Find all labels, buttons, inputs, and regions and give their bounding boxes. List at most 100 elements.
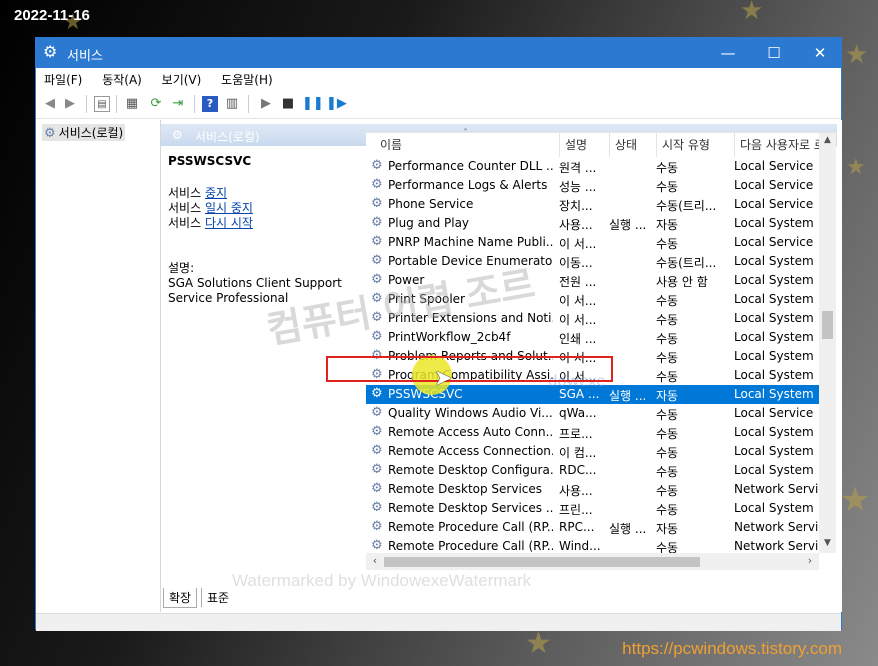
minimize-button[interactable]: —	[705, 38, 751, 68]
service-startup-cell: 자동	[656, 522, 679, 536]
service-logon-cell: Local Service	[734, 406, 814, 420]
stop-service-icon[interactable]: ■	[280, 96, 296, 112]
action-prefix: 서비스	[168, 216, 205, 230]
description-label: 설명:	[168, 261, 195, 275]
service-logon-cell: Local System	[734, 311, 814, 325]
service-logon-cell: Local System	[734, 501, 814, 515]
menu-view[interactable]: 보기(V)	[154, 68, 210, 88]
service-logon-cell: Local Service	[734, 235, 814, 249]
toolbar-separator	[116, 95, 117, 113]
toolbar-separator	[194, 95, 195, 113]
maximize-button[interactable]: ☐	[751, 38, 797, 68]
restart-service-link[interactable]: 다시 시작	[205, 216, 253, 230]
service-row[interactable]: ⚙ Remote Procedure Call (RP... RPC... 실행 ..…	[366, 518, 819, 537]
star-decoration: ★	[740, 0, 764, 26]
service-name-cell: Remote Desktop Services ...	[388, 501, 553, 515]
service-row[interactable]: ⚙ Performance Counter DLL ... 원격 ... 수동 Loca…	[366, 157, 819, 176]
service-startup-cell: 수동	[656, 370, 679, 384]
service-name-cell: Remote Access Connection...	[388, 444, 553, 458]
service-row[interactable]: ⚙ Remote Desktop Services ... 프린... 수동 Local…	[366, 499, 819, 518]
help-icon[interactable]: ?	[202, 96, 218, 112]
title-bar[interactable]: ⚙ 서비스 — ☐ ✕	[36, 38, 841, 68]
restart-service-icon[interactable]: ❚▶	[326, 96, 347, 112]
menu-help[interactable]: 도움말(H)	[213, 68, 281, 88]
column-header-description[interactable]: 설명	[559, 133, 587, 157]
start-service-icon[interactable]: ▶	[258, 96, 274, 112]
service-description-cell: 이 서...	[559, 294, 597, 308]
horizontal-scrollbar[interactable]: ‹ ›	[366, 553, 819, 570]
service-startup-cell: 수동	[656, 332, 679, 346]
export-list-icon[interactable]: ⇥	[170, 96, 186, 112]
service-startup-cell: 자동	[656, 218, 679, 232]
toolbar-separator	[86, 95, 87, 113]
service-logon-cell: Network Service	[734, 539, 819, 553]
service-row[interactable]: ⚙ PNRP Machine Name Publi... 이 서... 수동 Local…	[366, 233, 819, 252]
service-startup-cell: 자동	[656, 389, 679, 403]
action-stop: 서비스 중지	[168, 186, 358, 201]
service-startup-cell: 수동	[656, 427, 679, 441]
gear-icon: ⚙	[371, 538, 383, 553]
scroll-thumb[interactable]	[384, 557, 700, 567]
action-prefix: 서비스	[168, 201, 205, 215]
sort-ascending-icon: ˄	[463, 128, 468, 139]
scroll-up-icon[interactable]: ▲	[819, 135, 836, 145]
menu-bar: 파일(F) 동작(A) 보기(V) 도움말(H)	[36, 68, 841, 90]
tab-standard[interactable]: 표준	[201, 588, 234, 607]
service-name-cell: Plug and Play	[388, 216, 470, 230]
tree-item-label: 서비스(로컬)	[58, 126, 124, 140]
service-row[interactable]: ⚙ Plug and Play 사용... 실행 ... 자동 Local System	[366, 214, 819, 233]
column-header-startup-type[interactable]: 시작 유형	[656, 133, 710, 157]
star-decoration: ★	[840, 480, 871, 520]
service-startup-cell: 수동	[656, 351, 679, 365]
tab-extended[interactable]: 확장	[163, 588, 198, 608]
service-row[interactable]: ⚙ Phone Service 장치... 수동(트리... Local Service	[366, 195, 819, 214]
stop-service-link[interactable]: 중지	[205, 186, 227, 200]
column-header-logon-as[interactable]: 다음 사용자로 로	[734, 133, 820, 157]
properties-list-icon[interactable]: ▦	[124, 96, 140, 112]
forward-arrow-icon[interactable]: ▶	[62, 96, 78, 112]
service-description-cell: 성능 ...	[559, 180, 597, 194]
gear-icon: ⚙	[371, 196, 383, 211]
service-description-cell: 프린...	[559, 503, 593, 517]
service-row[interactable]: ⚙ Performance Logs & Alerts 성능 ... 수동 Local …	[366, 176, 819, 195]
service-name-cell: PrintWorkflow_2cb4f	[388, 330, 511, 344]
service-logon-cell: Local Service	[734, 197, 814, 211]
pause-service-icon[interactable]: ❚❚	[302, 96, 324, 112]
service-name-cell: PSSWSCSVC	[388, 387, 553, 401]
gear-icon: ⚙	[371, 405, 383, 420]
service-row[interactable]: ⚙ Remote Access Auto Conn... 프로... 수동 Local …	[366, 423, 819, 442]
close-button[interactable]: ✕	[797, 38, 843, 68]
menu-action[interactable]: 동작(A)	[94, 68, 150, 88]
service-name-cell: Remote Procedure Call (RP...	[388, 520, 553, 534]
service-name-cell: Remote Procedure Call (RP...	[388, 539, 553, 553]
service-row[interactable]: ⚙ Portable Device Enumerato... 이동... 수동(트리.…	[366, 252, 819, 271]
back-arrow-icon[interactable]: ◀	[42, 96, 58, 112]
console-tree-icon[interactable]: ▤	[94, 96, 110, 112]
pause-service-link[interactable]: 일시 중지	[205, 201, 253, 215]
details-view-icon[interactable]: ▥	[224, 96, 240, 112]
service-logon-cell: Local System	[734, 444, 814, 458]
vertical-scrollbar[interactable]: ▲ ▼	[819, 133, 836, 553]
window-title: 서비스	[67, 49, 103, 64]
tree-item-services-local[interactable]: ⚙ 서비스(로컬)	[42, 124, 126, 141]
gear-icon: ⚙	[371, 177, 383, 192]
scroll-down-icon[interactable]: ▼	[819, 538, 836, 548]
service-logon-cell: Local System	[734, 349, 814, 363]
scroll-right-icon[interactable]: ›	[803, 554, 817, 567]
refresh-icon[interactable]: ⟳	[148, 96, 164, 112]
service-row[interactable]: ⚙ Remote Desktop Configura... RDC... 수동 Loca…	[366, 461, 819, 480]
service-detail-panel: PSSWSCSVC 서비스 중지 서비스 일시 중지 서비스 다시 시작 설명:…	[168, 154, 358, 306]
menu-file[interactable]: 파일(F)	[36, 68, 90, 88]
scroll-thumb[interactable]	[822, 311, 833, 339]
column-header-name[interactable]: 이름	[380, 133, 402, 157]
service-logon-cell: Local System	[734, 254, 814, 268]
service-row[interactable]: ⚙ PrintWorkflow_2cb4f 인쇄 ... 수동 Local System	[366, 328, 819, 347]
service-name-cell: Remote Desktop Configura...	[388, 463, 553, 477]
service-row[interactable]: ⚙ Quality Windows Audio Vi... qWa... 수동 Loca…	[366, 404, 819, 423]
service-row[interactable]: ⚙ Remote Desktop Services 사용... 수동 Network S…	[366, 480, 819, 499]
scroll-left-icon[interactable]: ‹	[368, 554, 382, 567]
service-row[interactable]: ⚙ Remote Access Connection... 이 컴... 수동 Loca…	[366, 442, 819, 461]
service-logon-cell: Local System	[734, 425, 814, 439]
column-header-status[interactable]: 상태	[609, 133, 637, 157]
action-pause: 서비스 일시 중지	[168, 201, 358, 216]
